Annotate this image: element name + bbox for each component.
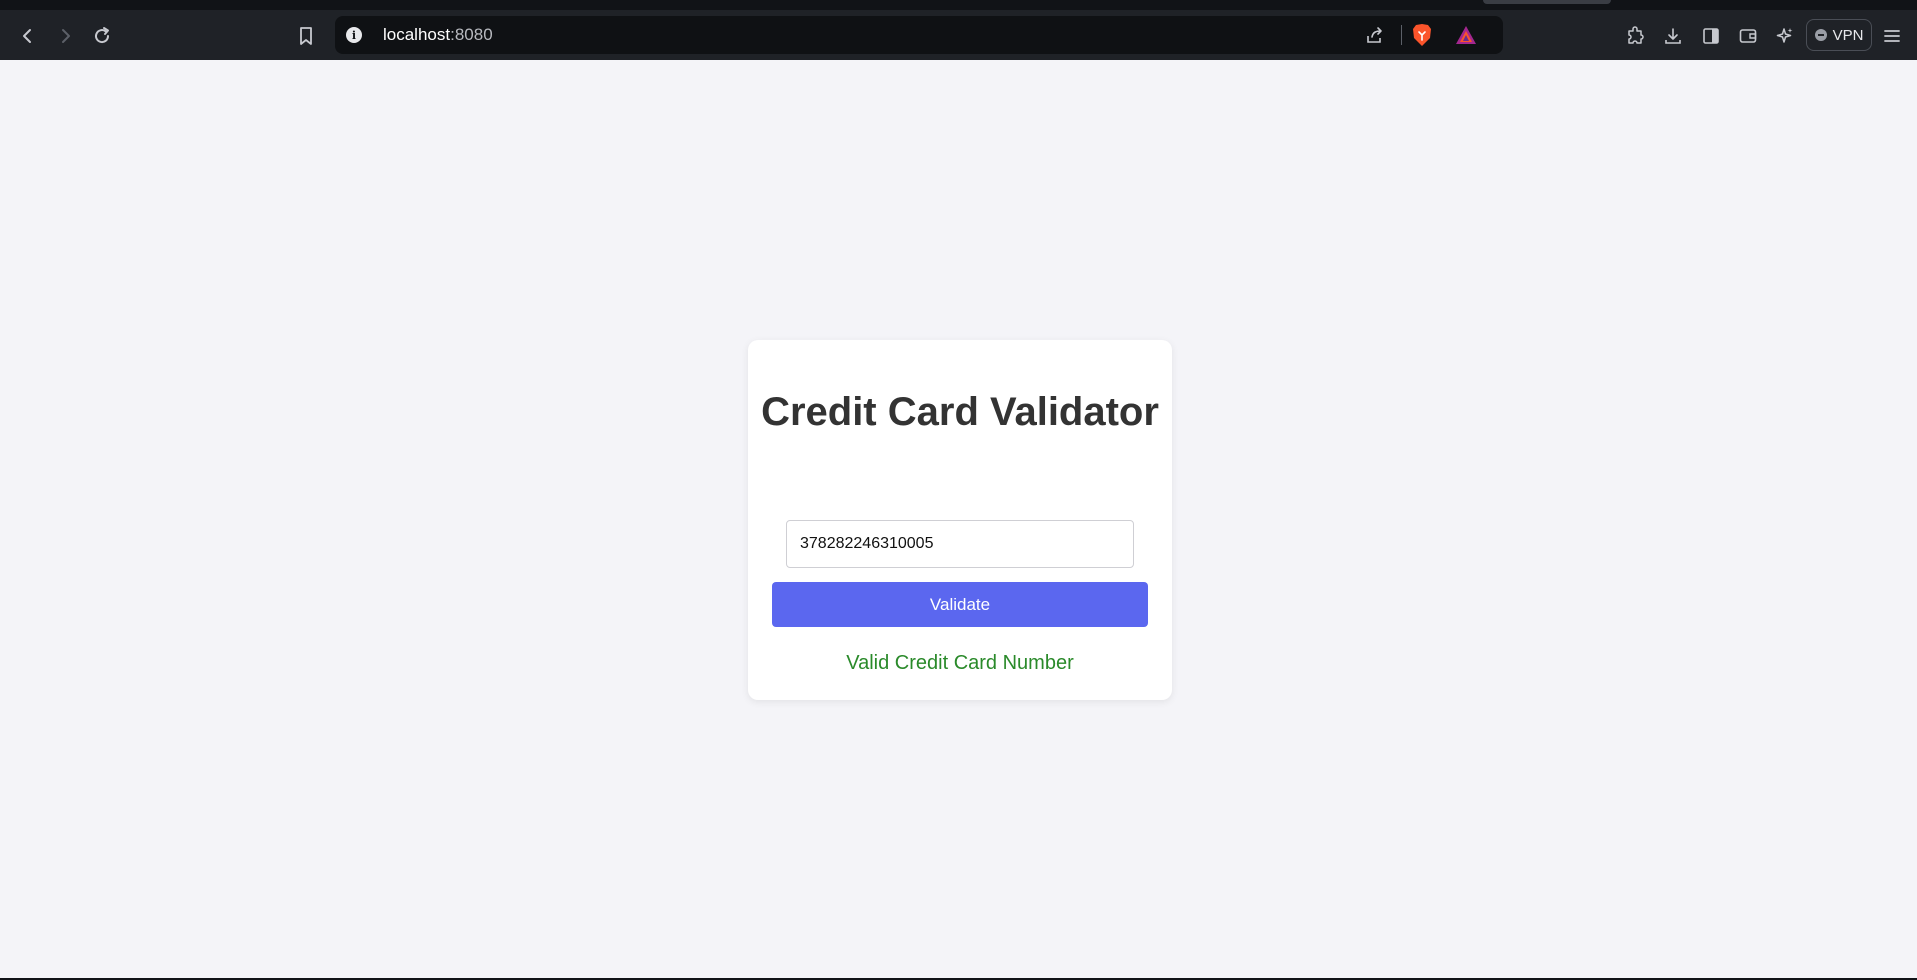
- reload-icon[interactable]: [88, 22, 116, 50]
- leo-ai-icon[interactable]: [1771, 22, 1799, 50]
- page-viewport: Credit Card Validator Validate Valid Cre…: [0, 60, 1917, 978]
- share-icon[interactable]: [1365, 25, 1385, 50]
- bookmark-icon[interactable]: [292, 22, 320, 50]
- card-number-input[interactable]: [786, 520, 1134, 568]
- validate-button[interactable]: Validate: [772, 582, 1148, 627]
- back-icon[interactable]: [14, 22, 42, 50]
- url-text[interactable]: localhost:8080: [383, 25, 493, 45]
- browser-tab-strip: [0, 0, 1917, 10]
- brave-rewards-icon[interactable]: [1455, 25, 1477, 50]
- wallet-icon[interactable]: [1734, 22, 1762, 50]
- menu-icon[interactable]: [1878, 22, 1906, 50]
- urlbar-separator: [1401, 25, 1402, 45]
- vpn-status-icon: [1814, 29, 1827, 41]
- url-port: :8080: [450, 25, 493, 44]
- validator-card: Credit Card Validator Validate Valid Cre…: [748, 340, 1172, 700]
- forward-icon[interactable]: [51, 22, 79, 50]
- vpn-button[interactable]: VPN: [1806, 19, 1872, 51]
- address-bar[interactable]: i localhost:8080: [335, 16, 1503, 54]
- validation-result: Valid Credit Card Number: [846, 652, 1074, 674]
- extensions-icon[interactable]: [1621, 22, 1649, 50]
- page-title: Credit Card Validator: [761, 390, 1159, 434]
- downloads-icon[interactable]: [1659, 22, 1687, 50]
- tab-indicator[interactable]: [1483, 0, 1611, 4]
- site-info-icon[interactable]: i: [346, 27, 362, 43]
- vpn-label: VPN: [1832, 26, 1864, 44]
- sidebar-icon[interactable]: [1697, 22, 1725, 50]
- url-host: localhost: [383, 25, 451, 44]
- brave-shields-icon[interactable]: [1411, 23, 1433, 52]
- browser-toolbar: i localhost:8080 VPN: [0, 10, 1917, 60]
